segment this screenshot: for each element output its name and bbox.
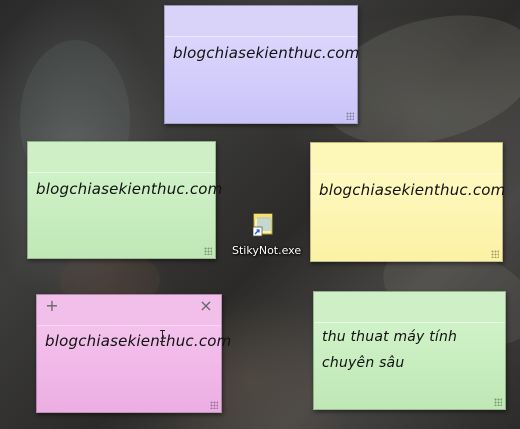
resize-grip-icon[interactable] [204, 247, 212, 255]
add-note-icon[interactable]: + [45, 298, 59, 314]
sticky-notes-shortcut-icon [253, 213, 273, 237]
sticky-note-text[interactable]: blogchiasekienthuc.com [36, 180, 222, 198]
text-cursor-icon [160, 330, 165, 342]
desktop-shortcut-label: StikyNot.exe [232, 244, 302, 257]
resize-grip-icon[interactable] [491, 250, 499, 258]
sticky-note-text[interactable]: blogchiasekienthuc.com [45, 332, 231, 350]
sticky-note-text-line-1[interactable]: thu thuat máy tính [322, 329, 499, 345]
sticky-note-title-bar[interactable] [165, 6, 357, 37]
resize-grip-icon[interactable] [346, 112, 354, 120]
sticky-note-text-line-2[interactable]: chuyên sâu [322, 355, 499, 371]
sticky-note-green-2[interactable]: thu thuat máy tính chuyên sâu [313, 291, 506, 410]
sticky-note-title-bar[interactable] [314, 292, 505, 323]
close-note-icon[interactable]: × [199, 298, 213, 314]
resize-grip-icon[interactable] [210, 401, 218, 409]
sticky-note-title-bar[interactable] [311, 143, 502, 174]
resize-grip-icon[interactable] [494, 398, 502, 406]
sticky-note-purple[interactable]: blogchiasekienthuc.com [164, 5, 359, 124]
sticky-note-title-bar[interactable] [28, 142, 215, 173]
sticky-note-title-bar[interactable] [37, 295, 221, 326]
sticky-note-green[interactable]: blogchiasekienthuc.com [27, 141, 222, 259]
sticky-note-pink[interactable]: + × blogchiasekienthuc.com [36, 294, 231, 413]
sticky-note-yellow[interactable]: blogchiasekienthuc.com [310, 142, 505, 262]
sticky-note-text[interactable]: blogchiasekienthuc.com [319, 181, 505, 199]
desktop-shortcut-stikynot[interactable]: StikyNot.exe [232, 213, 302, 263]
sticky-note-text[interactable]: blogchiasekienthuc.com [173, 44, 359, 62]
